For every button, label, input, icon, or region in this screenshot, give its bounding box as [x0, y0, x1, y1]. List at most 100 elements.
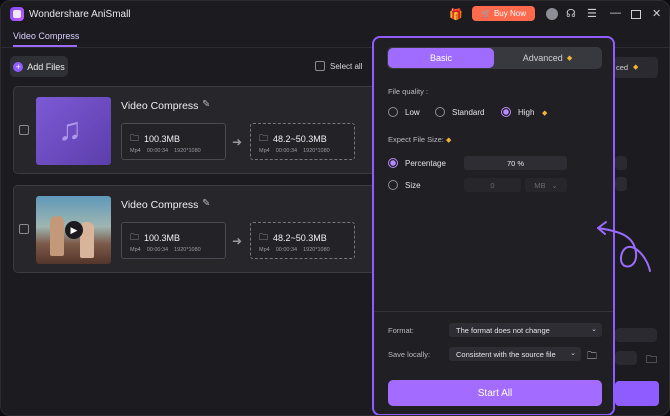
play-icon[interactable]: ▶ [65, 221, 83, 239]
save-location-dropdown[interactable]: Consistent with the source file ⌄ [449, 347, 581, 361]
source-resolution: 1920*1080 [174, 247, 201, 253]
source-resolution: 1920*1080 [174, 148, 201, 154]
source-format: Mp4 [130, 148, 141, 154]
output-size: 48.2~50.3MB [273, 134, 327, 144]
headset-icon[interactable]: ☊ [566, 7, 576, 20]
percentage-label: Percentage [405, 159, 446, 168]
select-all[interactable]: Select all [315, 61, 362, 71]
file-title: Video Compress [121, 199, 199, 211]
chevron-down-icon: ⌄ [591, 326, 597, 333]
quality-standard-radio[interactable] [435, 107, 445, 117]
quality-high-label: High [518, 108, 535, 117]
add-files-button[interactable]: + Add Files [10, 56, 68, 77]
source-duration: 00:00:34 [146, 247, 169, 253]
source-size: 100.3MB [144, 134, 181, 144]
file-title: Video Compress [121, 100, 199, 112]
premium-diamond-icon: ◆ [445, 137, 452, 144]
music-note-icon: ♫ [58, 111, 82, 147]
size-radio[interactable] [388, 180, 398, 190]
buy-now-button[interactable]: 🛒 Buy Now [472, 6, 535, 21]
folder-icon: 🗀 [259, 133, 269, 143]
format-value: The format does not change [456, 325, 550, 335]
output-info: 🗀 48.2~50.3MB Mp4 00:00:34 1920*1080 [250, 222, 355, 259]
source-info: 🗀 100.3MB Mp4 00:00:34 1920*1080 [121, 222, 226, 259]
panel-divider [374, 311, 613, 312]
compression-settings-panel: Basic Advanced ◆ File quality : Low Stan… [372, 36, 651, 415]
card-option-bg[interactable] [615, 177, 627, 191]
minimize-icon[interactable]: — [610, 7, 621, 19]
chevron-down-icon: ⌄ [551, 180, 558, 190]
source-info: 🗀 100.3MB Mp4 00:00:34 1920*1080 [121, 123, 226, 160]
output-duration: 00:00:34 [275, 148, 298, 154]
file-card: ♫ Video Compress ✎ 🗀 100.3MB Mp4 00:00:34… [13, 86, 394, 174]
settings-mode-switch: Basic Advanced ◆ [387, 47, 602, 69]
app-title: Wondershare AniSmall [29, 9, 131, 20]
edit-icon[interactable]: ✎ [202, 99, 210, 110]
tab-advanced-label: Advanced [522, 53, 563, 63]
menu-icon[interactable]: ☰ [587, 7, 597, 20]
avatar-icon[interactable] [546, 8, 558, 20]
arrow-right-icon: ➜ [232, 234, 243, 248]
output-format: Mp4 [259, 148, 270, 154]
format-dropdown-bg[interactable] [615, 328, 657, 342]
size-unit-label: MB [534, 180, 546, 190]
card-option-bg[interactable] [615, 156, 627, 170]
browse-folder-icon[interactable]: 🗀 [587, 349, 597, 366]
title-bar: Wondershare AniSmall 🎁 🛒 Buy Now ☊ ☰ — ✕ [1, 1, 669, 27]
tab-video-compress[interactable]: Video Compress [13, 31, 79, 41]
compress-settings-label: ced [616, 63, 629, 72]
folder-icon: 🗀 [130, 133, 140, 143]
save-location-value: Consistent with the source file [456, 349, 556, 359]
percentage-input[interactable]: 70 % [464, 156, 567, 170]
expect-size-text: Expect File Size: [388, 135, 444, 144]
start-all-button[interactable]: Start All [388, 380, 602, 406]
buy-now-label: Buy Now [493, 9, 526, 18]
edit-icon[interactable]: ✎ [202, 198, 210, 209]
video-thumbnail[interactable]: ♫ [36, 97, 111, 165]
output-resolution: 1920*1080 [303, 148, 330, 154]
quality-standard-label: Standard [452, 108, 485, 117]
cart-icon: 🛒 [481, 9, 491, 18]
file-quality-label: File quality : [388, 87, 429, 96]
video-thumbnail[interactable]: ▶ [36, 196, 111, 264]
quality-high-radio[interactable] [501, 107, 511, 117]
app-window: Wondershare AniSmall 🎁 🛒 Buy Now ☊ ☰ — ✕… [0, 0, 670, 416]
quality-low-label: Low [405, 108, 420, 117]
start-all-bg[interactable] [615, 381, 659, 406]
output-duration: 00:00:34 [275, 247, 298, 253]
output-format: Mp4 [259, 247, 270, 253]
maximize-icon[interactable] [631, 10, 641, 19]
plus-icon: + [13, 61, 24, 72]
size-input[interactable]: 0 [464, 178, 521, 192]
premium-diamond-icon: ◆ [566, 55, 573, 62]
decorative-curve-arrow-icon [597, 221, 651, 272]
source-size: 100.3MB [144, 233, 181, 243]
save-dropdown-bg[interactable] [615, 351, 637, 365]
file-checkbox[interactable] [19, 125, 29, 135]
folder-icon: 🗀 [259, 232, 269, 242]
premium-diamond-icon: ◆ [633, 64, 639, 71]
file-checkbox[interactable] [19, 224, 29, 234]
format-dropdown[interactable]: The format does not change ⌄ [449, 323, 602, 337]
tab-advanced[interactable]: Advanced ◆ [494, 48, 601, 68]
folder-icon: 🗀 [130, 232, 140, 242]
premium-diamond-icon: ◆ [542, 110, 548, 117]
source-format: Mp4 [130, 247, 141, 253]
close-icon[interactable]: ✕ [652, 7, 661, 20]
gift-icon[interactable]: 🎁 [449, 8, 463, 21]
arrow-right-icon: ➜ [232, 135, 243, 149]
quality-low-radio[interactable] [388, 107, 398, 117]
save-locally-label: Save locally: [388, 350, 431, 359]
tab-basic[interactable]: Basic [388, 48, 494, 68]
add-files-label: Add Files [27, 61, 65, 72]
select-all-label: Select all [330, 61, 363, 71]
expect-size-label: Expect File Size: ◆ [388, 135, 451, 144]
format-label: Format: [388, 326, 414, 335]
size-unit-select[interactable]: MB ⌄ [525, 178, 567, 192]
select-all-checkbox[interactable] [315, 61, 325, 71]
folder-icon[interactable]: 🗀 [646, 351, 657, 370]
source-duration: 00:00:34 [146, 148, 169, 154]
percentage-radio[interactable] [388, 158, 398, 168]
app-logo-icon [10, 7, 24, 21]
output-resolution: 1920*1080 [303, 247, 330, 253]
